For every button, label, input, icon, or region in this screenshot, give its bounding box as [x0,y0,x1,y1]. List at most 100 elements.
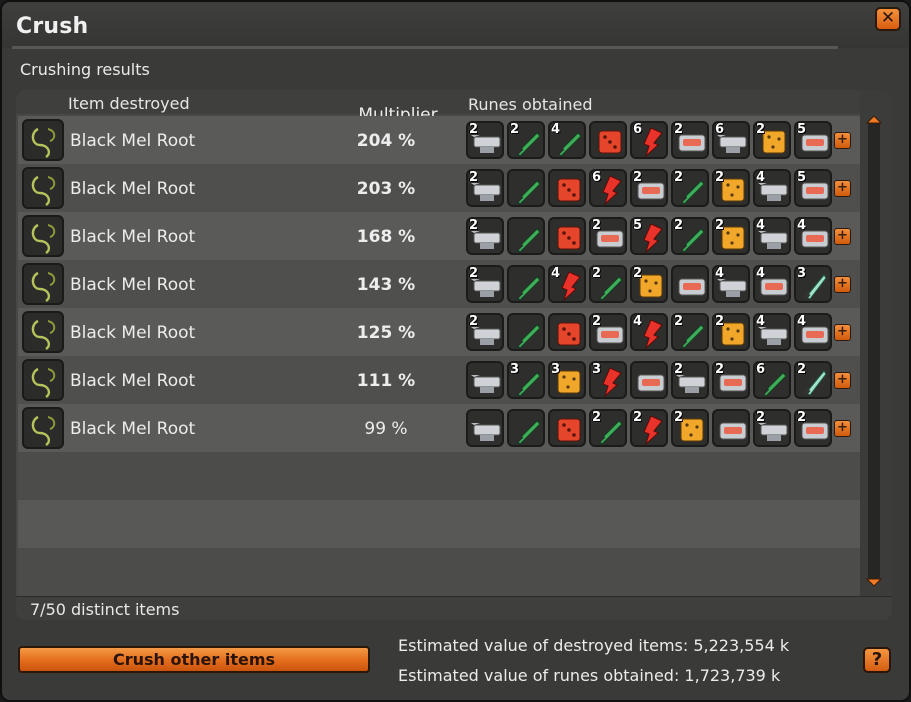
expand-runes-button[interactable]: + [834,420,851,437]
chest-rune-icon[interactable] [712,409,750,447]
table-row[interactable]: Black Mel Root 99 % 2 2 2 2 2 + [18,404,860,452]
anvil-rune-icon[interactable]: 4 [753,169,791,207]
die-rune-icon[interactable] [589,121,627,159]
sword-rune-icon[interactable]: 2 [589,265,627,303]
anvil-rune-icon[interactable]: 2 [466,265,504,303]
anvil-rune-icon[interactable]: 6 [712,121,750,159]
anvil-rune-icon[interactable]: 4 [712,265,750,303]
help-button[interactable]: ? [863,647,891,673]
anvil-rune-icon[interactable]: 2 [466,169,504,207]
chest-rune-icon[interactable]: 5 [794,121,832,159]
crush-other-items-button[interactable]: Crush other items [18,646,370,673]
knife-rune-icon[interactable]: 2 [794,361,832,399]
gold-rune-icon[interactable]: 2 [712,313,750,351]
anvil-rune-icon[interactable]: 2 [466,217,504,255]
chest-rune-icon[interactable]: 2 [630,169,668,207]
bolt-rune-icon[interactable]: 2 [630,409,668,447]
black-mel-root-icon[interactable] [22,359,64,401]
table-row[interactable]: Black Mel Root 143 % 2 4 2 2 4 4 3 + [18,260,860,308]
die-rune-icon[interactable] [548,217,586,255]
sword-rune-icon[interactable]: 4 [548,121,586,159]
anvil-rune-icon[interactable]: 4 [753,313,791,351]
chest-rune-icon[interactable]: 5 [794,169,832,207]
table-row[interactable]: Black Mel Root 203 % 2 6 2 2 2 4 5 + [18,164,860,212]
expand-runes-button[interactable]: + [834,132,851,149]
expand-runes-button[interactable]: + [834,372,851,389]
table-row[interactable]: Black Mel Root 111 % 3 3 3 2 2 6 2 + [18,356,860,404]
expand-runes-button[interactable]: + [834,276,851,293]
scroll-track[interactable] [868,120,880,582]
sword-rune-icon[interactable]: 3 [507,361,545,399]
gold-rune-icon[interactable]: 2 [671,409,709,447]
chest-rune-icon[interactable]: 4 [794,313,832,351]
anvil-rune-icon[interactable] [466,361,504,399]
chest-rune-icon[interactable]: 4 [753,265,791,303]
knife-rune-icon[interactable]: 3 [794,265,832,303]
gold-rune-icon[interactable]: 2 [630,265,668,303]
expand-runes-button[interactable]: + [834,228,851,245]
scroll-up-arrow-icon[interactable] [866,114,882,124]
bolt-rune-icon[interactable]: 3 [589,361,627,399]
anvil-rune-icon[interactable]: 4 [753,217,791,255]
chest-rune-icon[interactable]: 2 [589,217,627,255]
sword-rune-icon[interactable]: 2 [507,121,545,159]
table-row[interactable]: Black Mel Root 204 % 2 2 4 6 2 6 2 5 + [18,116,860,164]
chest-rune-icon[interactable]: 2 [671,121,709,159]
item-name: Black Mel Root [70,419,196,439]
rune-count: 2 [715,314,725,329]
chest-rune-icon[interactable]: 2 [712,361,750,399]
die-rune-icon[interactable] [548,169,586,207]
bolt-rune-icon[interactable]: 6 [589,169,627,207]
black-mel-root-icon[interactable] [22,119,64,161]
black-mel-root-icon[interactable] [22,167,64,209]
chest-rune-icon[interactable] [671,265,709,303]
chest-rune-icon[interactable]: 4 [794,217,832,255]
sword-rune-icon[interactable] [507,265,545,303]
rune-count: 4 [797,218,807,233]
black-mel-root-icon[interactable] [22,263,64,305]
black-mel-root-icon[interactable] [22,215,64,257]
expand-runes-button[interactable]: + [834,180,851,197]
chest-rune-icon[interactable] [630,361,668,399]
die-rune-icon[interactable] [548,409,586,447]
chest-rune-icon[interactable]: 2 [794,409,832,447]
gold-rune-icon[interactable]: 2 [753,121,791,159]
sword-rune-icon[interactable]: 2 [589,409,627,447]
gold-rune-icon[interactable]: 3 [548,361,586,399]
anvil-rune-icon[interactable]: 2 [671,361,709,399]
gold-rune-icon[interactable]: 2 [712,169,750,207]
anvil-rune-icon[interactable]: 2 [466,121,504,159]
bolt-rune-icon[interactable]: 4 [548,265,586,303]
sword-rune-icon[interactable] [507,313,545,351]
bolt-rune-icon[interactable]: 5 [630,217,668,255]
table-row[interactable]: Black Mel Root 125 % 2 2 4 2 2 4 4 + [18,308,860,356]
sword-rune-icon[interactable] [507,409,545,447]
expand-runes-button[interactable]: + [834,324,851,341]
rune-count: 4 [797,314,807,329]
sword-rune-icon[interactable]: 2 [671,217,709,255]
scroll-down-arrow-icon[interactable] [866,578,882,588]
sword-rune-icon[interactable] [507,169,545,207]
die-rune-icon[interactable] [548,313,586,351]
sword-rune-icon[interactable] [507,217,545,255]
sword-rune-icon[interactable]: 2 [671,313,709,351]
sword-rune-icon[interactable]: 6 [753,361,791,399]
black-mel-root-icon[interactable] [22,311,64,353]
table-row[interactable]: Black Mel Root 168 % 2 2 5 2 2 4 4 + [18,212,860,260]
bolt-rune-icon[interactable]: 6 [630,121,668,159]
anvil-rune-icon[interactable]: 2 [753,409,791,447]
anvil-rune-icon[interactable] [466,409,504,447]
estimated-runes-value: Estimated value of runes obtained: 1,723… [398,666,781,685]
close-button[interactable]: ✕ [875,7,901,31]
anvil-rune-icon[interactable]: 2 [466,313,504,351]
sword-rune-icon[interactable]: 2 [671,169,709,207]
chest-rune-icon[interactable]: 2 [589,313,627,351]
rune-count: 6 [592,170,602,185]
results-list[interactable]: Black Mel Root 204 % 2 2 4 6 2 6 2 5 + Black Mel Ro… [18,116,860,596]
scrollbar[interactable] [860,90,892,596]
black-mel-root-icon[interactable] [22,407,64,449]
distinct-items-bar: 7/50 distinct items [16,596,892,620]
window-title: Crush [16,14,89,39]
bolt-rune-icon[interactable]: 4 [630,313,668,351]
gold-rune-icon[interactable]: 2 [712,217,750,255]
